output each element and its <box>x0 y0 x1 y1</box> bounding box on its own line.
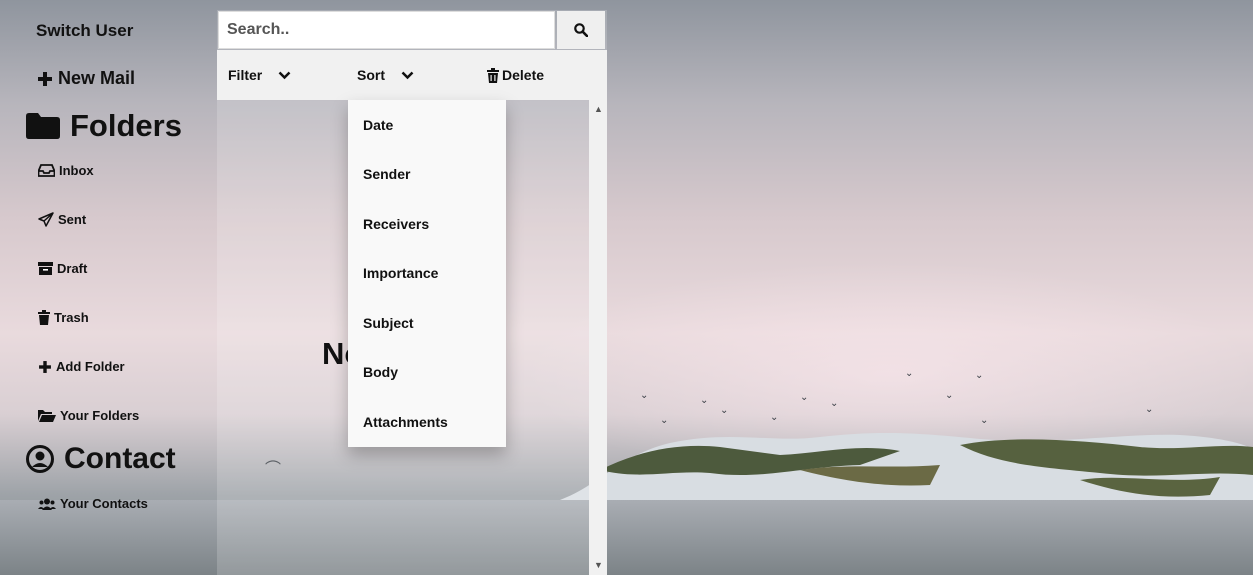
bird: ⌄ <box>945 390 954 401</box>
sort-option-attachments[interactable]: Attachments <box>363 414 448 430</box>
trash-icon <box>487 67 499 83</box>
sidebar-item-label: Draft <box>57 261 88 276</box>
scroll-down-arrow-icon[interactable]: ▼ <box>594 560 603 570</box>
sidebar-item-label: Inbox <box>59 163 94 178</box>
sidebar-item-your-folders[interactable]: Your Folders <box>38 408 139 423</box>
bird: ⌄ <box>980 415 989 426</box>
users-icon <box>38 498 56 510</box>
sidebar-item-add-folder[interactable]: Add Folder <box>38 359 125 374</box>
bird: ⌄ <box>640 390 649 401</box>
folder-icon <box>26 113 60 139</box>
archive-icon <box>38 262 53 275</box>
sidebar-item-label: Trash <box>54 310 89 325</box>
contact-heading-label: Contact <box>64 442 176 475</box>
scroll-up-arrow-icon[interactable]: ▲ <box>594 104 603 114</box>
switch-user-button[interactable]: Switch User <box>36 21 133 41</box>
sidebar-item-inbox[interactable]: Inbox <box>38 163 94 178</box>
chevron-down-icon <box>278 71 291 79</box>
delete-label: Delete <box>502 67 545 83</box>
sort-option-date[interactable]: Date <box>363 117 393 133</box>
bird: ⌄ <box>800 392 809 403</box>
search-icon <box>574 23 588 37</box>
sort-dropdown-menu: Date Sender Receivers Importance Subject… <box>348 100 506 447</box>
sort-option-body[interactable]: Body <box>363 364 398 380</box>
trash-icon <box>38 310 50 325</box>
filter-button[interactable]: Filter <box>228 50 291 100</box>
sidebar-item-sent[interactable]: Sent <box>38 212 86 227</box>
paper-plane-icon <box>38 212 54 227</box>
sidebar: Switch User New Mail Folders Inbox Sent … <box>8 8 216 570</box>
bird: ⌄ <box>720 405 729 416</box>
bird: ⌄ <box>905 368 914 379</box>
sidebar-item-label: Add Folder <box>56 359 125 374</box>
sidebar-item-your-contacts[interactable]: Your Contacts <box>38 496 148 511</box>
mail-list-scrollbar[interactable]: ▲ ▼ <box>589 100 607 575</box>
folders-heading-label: Folders <box>70 108 182 143</box>
bird: ⌄ <box>830 398 839 409</box>
filter-label: Filter <box>228 67 263 83</box>
inbox-icon <box>38 164 55 177</box>
sky-glow <box>520 260 1253 450</box>
new-mail-button[interactable]: New Mail <box>38 68 135 89</box>
plus-icon <box>39 360 51 373</box>
mail-toolbar: Filter Sort Delete <box>217 50 607 100</box>
sort-option-subject[interactable]: Subject <box>363 315 414 331</box>
sidebar-item-trash[interactable]: Trash <box>38 310 89 325</box>
new-mail-label: New Mail <box>58 68 136 88</box>
sort-option-receivers[interactable]: Receivers <box>363 216 429 232</box>
sort-button[interactable]: Sort <box>357 50 414 100</box>
delete-button[interactable]: Delete <box>487 50 544 100</box>
bird: ⌄ <box>975 370 984 381</box>
bird: ⌄ <box>660 415 669 426</box>
sidebar-item-draft[interactable]: Draft <box>38 261 87 276</box>
bird: ⌄ <box>700 395 709 406</box>
sidebar-item-label: Sent <box>58 212 87 227</box>
bird: ⌄ <box>770 412 779 423</box>
sidebar-item-label: Your Contacts <box>60 496 148 511</box>
user-circle-icon <box>26 445 54 473</box>
contact-heading: Contact <box>26 442 176 476</box>
folder-open-icon <box>38 410 56 422</box>
sort-option-sender[interactable]: Sender <box>363 166 410 182</box>
search-input[interactable] <box>218 11 555 49</box>
chevron-down-icon <box>401 71 414 79</box>
sidebar-item-label: Your Folders <box>60 408 140 423</box>
folders-heading: Folders <box>26 108 182 144</box>
plus-icon <box>38 71 52 86</box>
bird: ⌄ <box>1145 404 1154 415</box>
sort-label: Sort <box>357 67 385 83</box>
search-button[interactable] <box>557 11 605 49</box>
sort-option-importance[interactable]: Importance <box>363 265 438 281</box>
